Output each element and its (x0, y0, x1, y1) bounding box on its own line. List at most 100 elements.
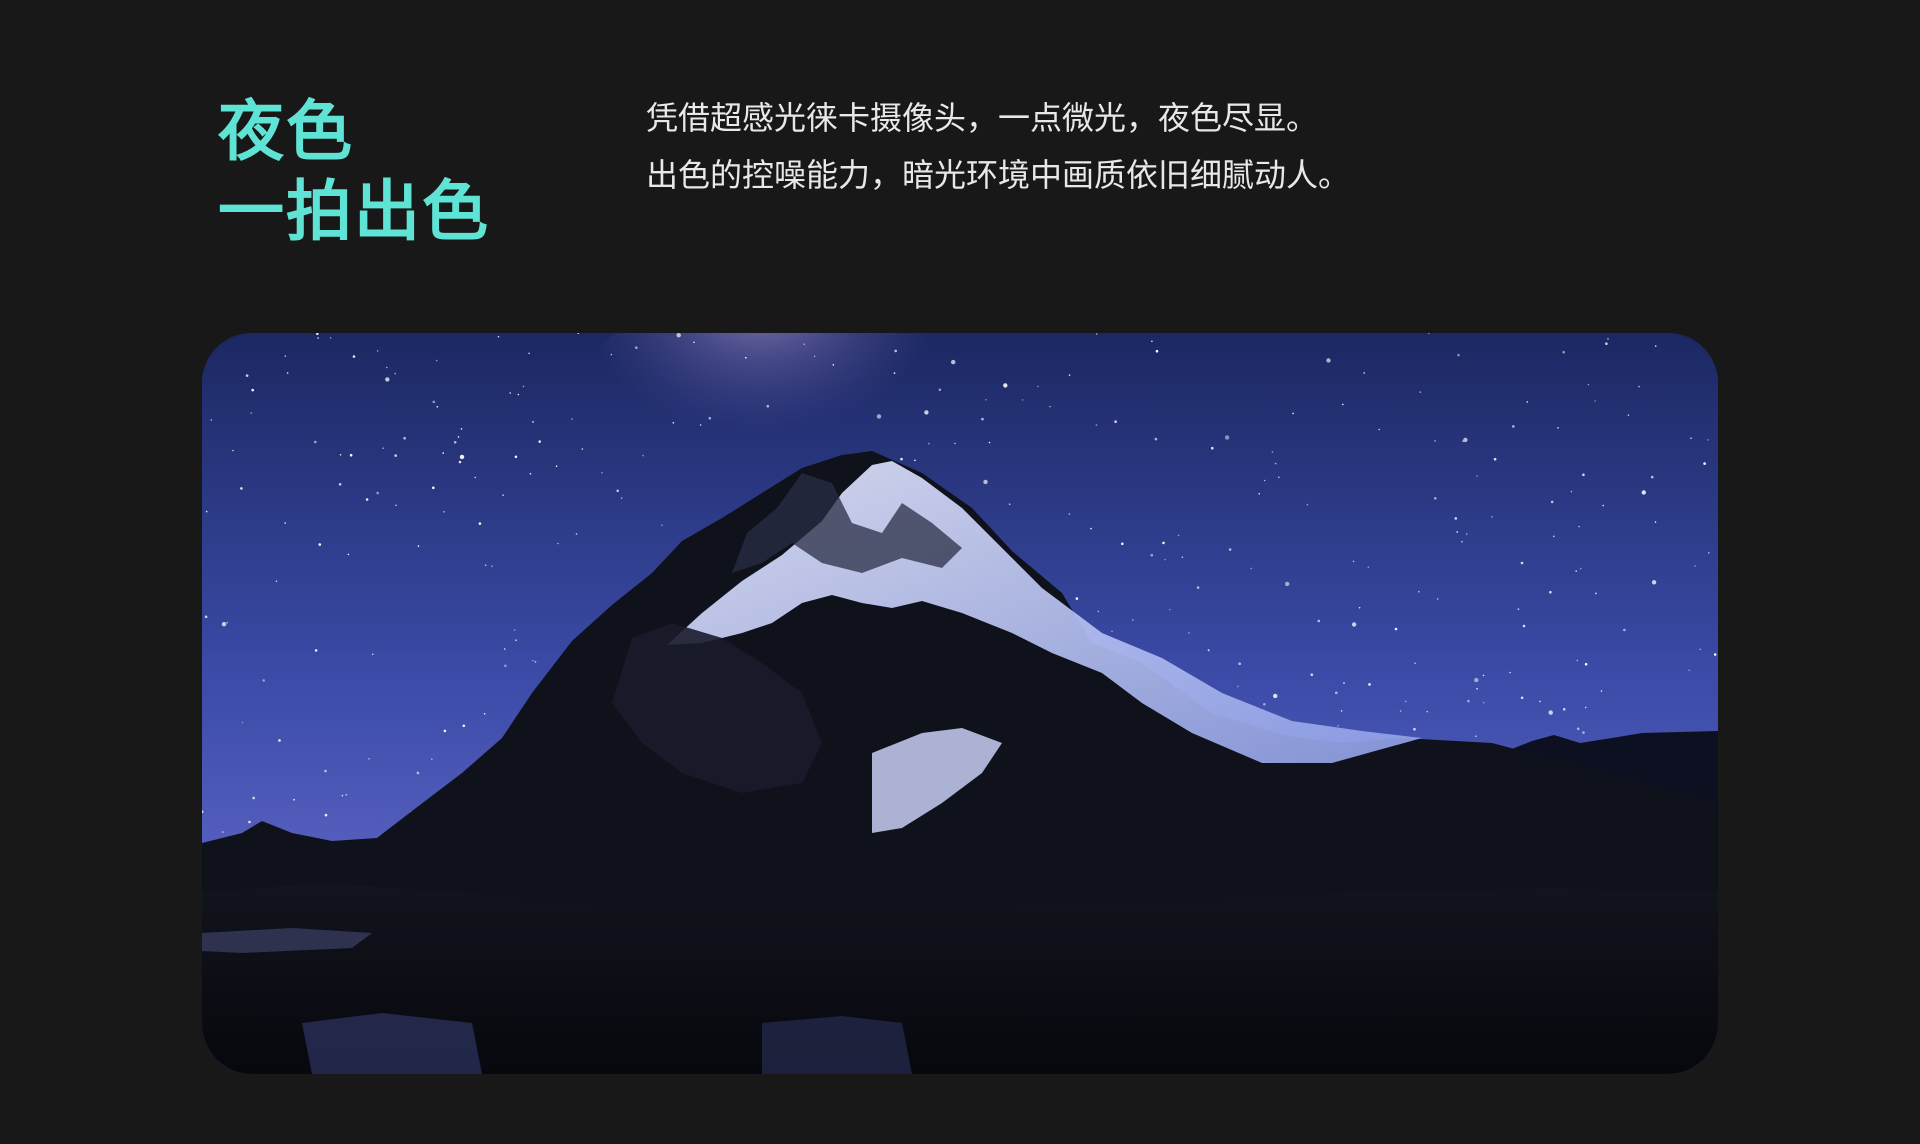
star (1526, 401, 1529, 403)
star (1482, 701, 1485, 704)
star (278, 739, 281, 742)
star (1068, 374, 1071, 376)
star (557, 542, 559, 545)
star (893, 372, 896, 374)
star (431, 758, 433, 760)
star (534, 661, 537, 663)
star (432, 400, 436, 404)
star (813, 355, 816, 358)
star (1154, 437, 1158, 441)
star (1474, 677, 1479, 683)
star (1285, 581, 1290, 587)
star (876, 414, 882, 419)
star (1713, 653, 1717, 656)
star (474, 476, 477, 479)
star (1475, 735, 1477, 737)
star (1539, 700, 1541, 703)
star (924, 410, 929, 415)
star (240, 487, 243, 490)
star (1306, 503, 1309, 506)
star (1090, 527, 1092, 530)
star (1562, 350, 1565, 354)
star (1271, 451, 1274, 453)
star (293, 798, 295, 801)
star (1703, 462, 1706, 465)
star (1003, 383, 1008, 388)
star (1196, 586, 1200, 589)
star (610, 353, 613, 356)
star (515, 639, 517, 641)
star (503, 648, 506, 650)
star (416, 771, 420, 775)
star (1049, 405, 1051, 408)
star (250, 412, 252, 414)
star (502, 494, 504, 496)
star (205, 510, 208, 513)
section-headline: 夜色 一拍出色 (218, 92, 490, 252)
star (1520, 561, 1524, 565)
star (1095, 424, 1098, 426)
section-description: 凭借超感光徕卡摄像头，一点微光，夜色尽显。 出色的控噪能力，暗光环境中画质依旧细… (646, 90, 1350, 204)
star (1177, 534, 1180, 537)
night-mountain-photo (202, 333, 1718, 1074)
star (443, 511, 445, 513)
star (745, 356, 747, 359)
star (1132, 619, 1134, 621)
star (1582, 731, 1585, 734)
star (1708, 552, 1710, 554)
headline-line-2: 一拍出色 (218, 173, 490, 250)
star (226, 621, 228, 624)
star (1414, 662, 1416, 665)
star (221, 622, 227, 627)
star (394, 372, 396, 375)
star (1650, 475, 1654, 479)
star (1699, 648, 1701, 651)
star (478, 522, 482, 525)
star (458, 460, 462, 464)
star (517, 393, 520, 396)
star (1638, 385, 1640, 388)
star (386, 366, 388, 369)
star (1461, 540, 1463, 543)
star (1351, 622, 1357, 627)
star (1694, 565, 1696, 567)
star (222, 831, 224, 833)
star (620, 497, 623, 499)
star (1310, 673, 1314, 676)
star (555, 465, 558, 467)
star (1512, 425, 1515, 428)
star (832, 364, 835, 366)
star (1181, 556, 1184, 558)
star (1493, 457, 1497, 461)
star (1418, 590, 1420, 593)
star (1553, 535, 1555, 538)
star (1426, 710, 1428, 713)
star (1399, 710, 1402, 712)
star (314, 649, 318, 652)
star (1378, 428, 1380, 431)
star (581, 448, 584, 450)
star (1413, 727, 1416, 731)
star (241, 721, 244, 724)
star (1273, 693, 1278, 699)
star (509, 392, 512, 394)
star (1576, 727, 1580, 731)
star (532, 659, 534, 662)
star (1654, 521, 1657, 523)
star (1582, 473, 1585, 477)
star (1008, 503, 1011, 505)
star (1557, 427, 1559, 429)
star (376, 350, 379, 352)
star (1150, 553, 1154, 557)
star (661, 524, 663, 526)
star (532, 421, 534, 423)
star (635, 346, 638, 349)
star (232, 449, 234, 452)
star (443, 729, 447, 733)
lake-reflection-bottom (302, 1013, 482, 1074)
star (1258, 493, 1260, 495)
star (1095, 333, 1098, 335)
star (286, 372, 289, 374)
star (1068, 513, 1071, 515)
star (1169, 608, 1171, 611)
